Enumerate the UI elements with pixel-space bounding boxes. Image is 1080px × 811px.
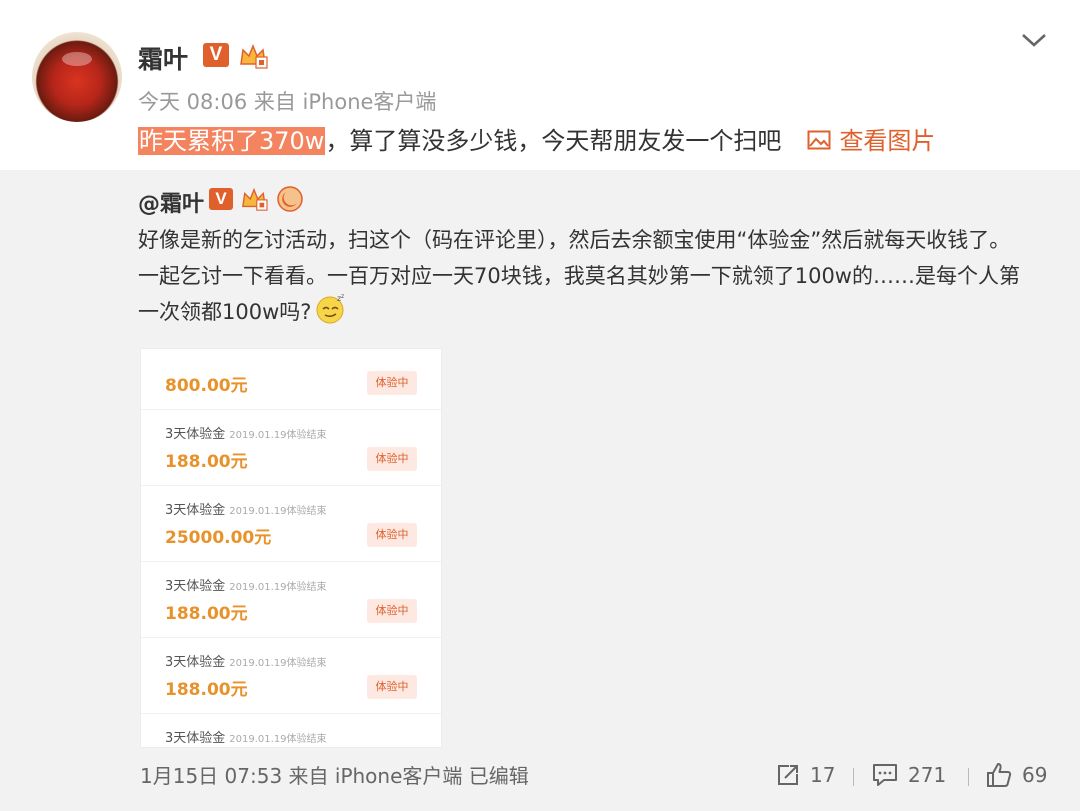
status-badge: 体验中 bbox=[367, 675, 417, 699]
entry-title: 3天体验金 2019.01.19体验结束 bbox=[165, 731, 327, 746]
vip-crown-icon bbox=[240, 43, 268, 69]
svg-text:z: z bbox=[341, 293, 344, 300]
repost-count: 17 bbox=[810, 763, 836, 787]
view-picture-link[interactable]: 查看图片 bbox=[807, 127, 935, 155]
vip-crown-icon bbox=[242, 187, 268, 211]
entry-date: 2019.01.19体验结束 bbox=[229, 506, 327, 517]
post-content: 昨天累积了370w，算了算没多少钱，今天帮朋友发一个扫吧 查看图片 bbox=[138, 123, 935, 159]
username[interactable]: 霜叶 bbox=[138, 40, 188, 76]
member-badge-icon bbox=[277, 186, 303, 212]
repost-text-line: 一起乞讨一下看看。一百万对应一天70块钱，我莫名其妙第一下就领了100w的……是… bbox=[138, 264, 1020, 288]
list-item: 3天体验金 2019.01.19体验结束 25000.00元 体验中 bbox=[141, 485, 441, 562]
status-badge: 体验中 bbox=[367, 523, 417, 547]
user-avatar[interactable] bbox=[32, 32, 122, 122]
chevron-down-icon[interactable] bbox=[1020, 30, 1048, 50]
post-meta: 今天 08:06 来自 iPhone客户端 bbox=[138, 90, 437, 114]
amount: 188.00元 bbox=[165, 452, 248, 472]
thumbs-up-icon bbox=[987, 762, 1012, 787]
comment-button[interactable]: 271 bbox=[872, 760, 946, 790]
entry-date: 2019.01.19体验结束 bbox=[229, 430, 327, 441]
entry-title: 3天体验金 2019.01.19体验结束 bbox=[165, 427, 327, 442]
repost-meta: 1月15日 07:53 来自 iPhone客户端 已编辑 bbox=[140, 764, 529, 788]
entry-date: 2019.01.19体验结束 bbox=[229, 658, 327, 669]
verified-badge-icon: V bbox=[209, 188, 233, 210]
repost-card: @霜叶 V 好像是新的乞讨活动，扫这个（码在评论里），然后去余额宝使用“体验金”… bbox=[0, 170, 1080, 811]
like-button[interactable]: 69 bbox=[986, 760, 1047, 790]
sleepy-emoji-icon: z z bbox=[316, 293, 345, 324]
status-badge: 体验中 bbox=[367, 371, 417, 395]
view-picture-label[interactable]: 查看图片 bbox=[839, 127, 935, 155]
repost-text-line: 好像是新的乞讨活动，扫这个（码在评论里），然后去余额宝使用“体验金”然后就每天收… bbox=[138, 228, 1011, 252]
repost-username[interactable]: @霜叶 bbox=[138, 186, 204, 218]
entry-title: 3天体验金 2019.01.19体验结束 bbox=[165, 655, 327, 670]
amount: 188.00元 bbox=[165, 680, 248, 700]
list-item: 3天体验金 2019.01.19体验结束 188.00元 体验中 bbox=[141, 637, 441, 714]
original-post: 霜叶 V 今天 08:06 来自 iPhone客户端 昨天累积了370w，算了算… bbox=[0, 0, 1080, 170]
repost-button[interactable]: 17 bbox=[776, 760, 835, 790]
repost-icon bbox=[778, 764, 798, 785]
comment-count: 271 bbox=[908, 763, 947, 787]
like-count: 69 bbox=[1022, 763, 1048, 787]
verified-badge-icon: V bbox=[203, 43, 229, 67]
highlighted-text: 昨天累积了370w bbox=[138, 127, 326, 155]
list-item: 3天体验金 2019.01.19体验结束 bbox=[141, 713, 441, 747]
entry-date: 2019.01.19体验结束 bbox=[229, 582, 327, 593]
status-badge: 体验中 bbox=[367, 447, 417, 471]
amount: 25000.00元 bbox=[165, 528, 272, 548]
post-text: ，算了算没多少钱，今天帮朋友发一个扫吧 bbox=[325, 127, 782, 155]
entry-title: 3天体验金 2019.01.19体验结束 bbox=[165, 579, 327, 594]
list-item: 3天体验金 2019.01.19体验结束 188.00元 体验中 bbox=[141, 561, 441, 638]
status-badge: 体验中 bbox=[367, 599, 417, 623]
list-item: 3天体验金 2019.01.19体验结束 188.00元 体验中 bbox=[141, 409, 441, 486]
list-item: 800.00元 体验中 bbox=[141, 349, 441, 410]
amount: 800.00元 bbox=[165, 376, 248, 396]
repost-text-line: 一次领都100w吗? z z bbox=[138, 293, 1058, 330]
image-icon bbox=[807, 130, 831, 150]
amount: 188.00元 bbox=[165, 604, 248, 624]
entry-date: 2019.01.19体验结束 bbox=[229, 734, 327, 745]
repost-text: 好像是新的乞讨活动，扫这个（码在评论里），然后去余额宝使用“体验金”然后就每天收… bbox=[138, 222, 1058, 330]
screenshot-thumbnail[interactable]: 800.00元 体验中 3天体验金 2019.01.19体验结束 188.00元 … bbox=[140, 348, 442, 748]
entry-title: 3天体验金 2019.01.19体验结束 bbox=[165, 503, 327, 518]
comment-icon bbox=[873, 763, 897, 786]
